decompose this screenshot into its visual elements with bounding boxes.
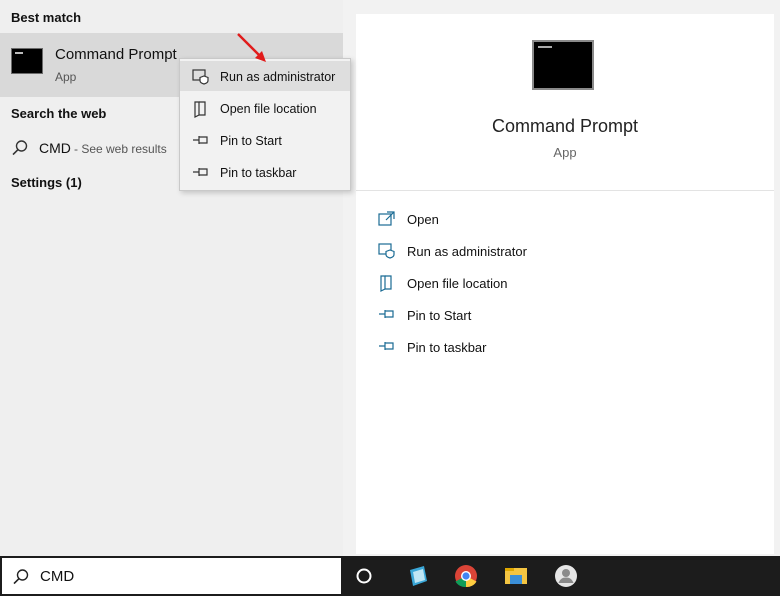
admin-shield-icon [192,69,210,90]
web-result-suffix: - See web results [74,142,167,156]
context-item-label: Pin to taskbar [220,166,297,180]
search-input[interactable]: CMD [40,568,74,585]
open-icon [378,211,396,232]
pin-icon [192,165,210,184]
context-item-open-file-location[interactable]: Open file location [180,93,350,123]
pin-icon [378,307,396,326]
preview-subtitle: App [553,145,577,160]
context-item-label: Pin to Start [220,134,282,148]
preview-title: Command Prompt [491,116,639,136]
action-open-file-location[interactable]: Open file location [378,272,738,296]
action-label: Pin to Start [407,308,472,323]
context-item-pin-to-taskbar[interactable]: Pin to taskbar [180,157,350,187]
context-item-label: Run as administrator [220,70,336,84]
context-item-label: Open file location [220,102,317,116]
admin-shield-icon [378,243,396,264]
taskbar: CMD [0,556,780,596]
red-arrow-annotation [237,33,266,62]
action-label: Open file location [407,276,508,291]
pin-icon [192,133,210,152]
search-icon [12,568,30,591]
context-menu: Run as administrator Open file location … [179,58,351,191]
action-run-as-admin[interactable]: Run as administrator [378,240,738,264]
divider [356,190,774,191]
command-prompt-large-icon [532,40,594,90]
notepad-icon[interactable] [404,562,432,590]
best-match-title: Command Prompt [55,46,177,63]
cortana-icon[interactable] [354,566,374,586]
web-result-term: CMD [39,140,71,156]
file-location-icon [192,101,208,124]
best-match-subtitle: App [55,70,77,84]
context-item-pin-to-start[interactable]: Pin to Start [180,125,350,155]
action-label: Run as administrator [407,244,527,259]
action-label: Pin to taskbar [407,340,487,355]
user-avatar-icon[interactable] [552,562,580,590]
chrome-icon[interactable] [452,562,480,590]
best-match-heading: Best match [11,10,82,25]
taskbar-search-box[interactable]: CMD [0,556,343,596]
pin-icon [378,339,396,358]
file-location-icon [378,275,396,298]
action-pin-to-taskbar[interactable]: Pin to taskbar [378,336,738,360]
action-open[interactable]: Open [378,208,738,232]
action-label: Open [407,212,439,227]
file-explorer-icon[interactable] [502,562,530,590]
settings-heading[interactable]: Settings (1) [11,175,82,190]
search-web-heading: Search the web [11,106,107,121]
command-prompt-icon [11,48,43,74]
preview-panel: Command Prompt App Open Run as administr… [356,14,774,554]
search-icon [11,139,29,162]
action-pin-to-start[interactable]: Pin to Start [378,304,738,328]
